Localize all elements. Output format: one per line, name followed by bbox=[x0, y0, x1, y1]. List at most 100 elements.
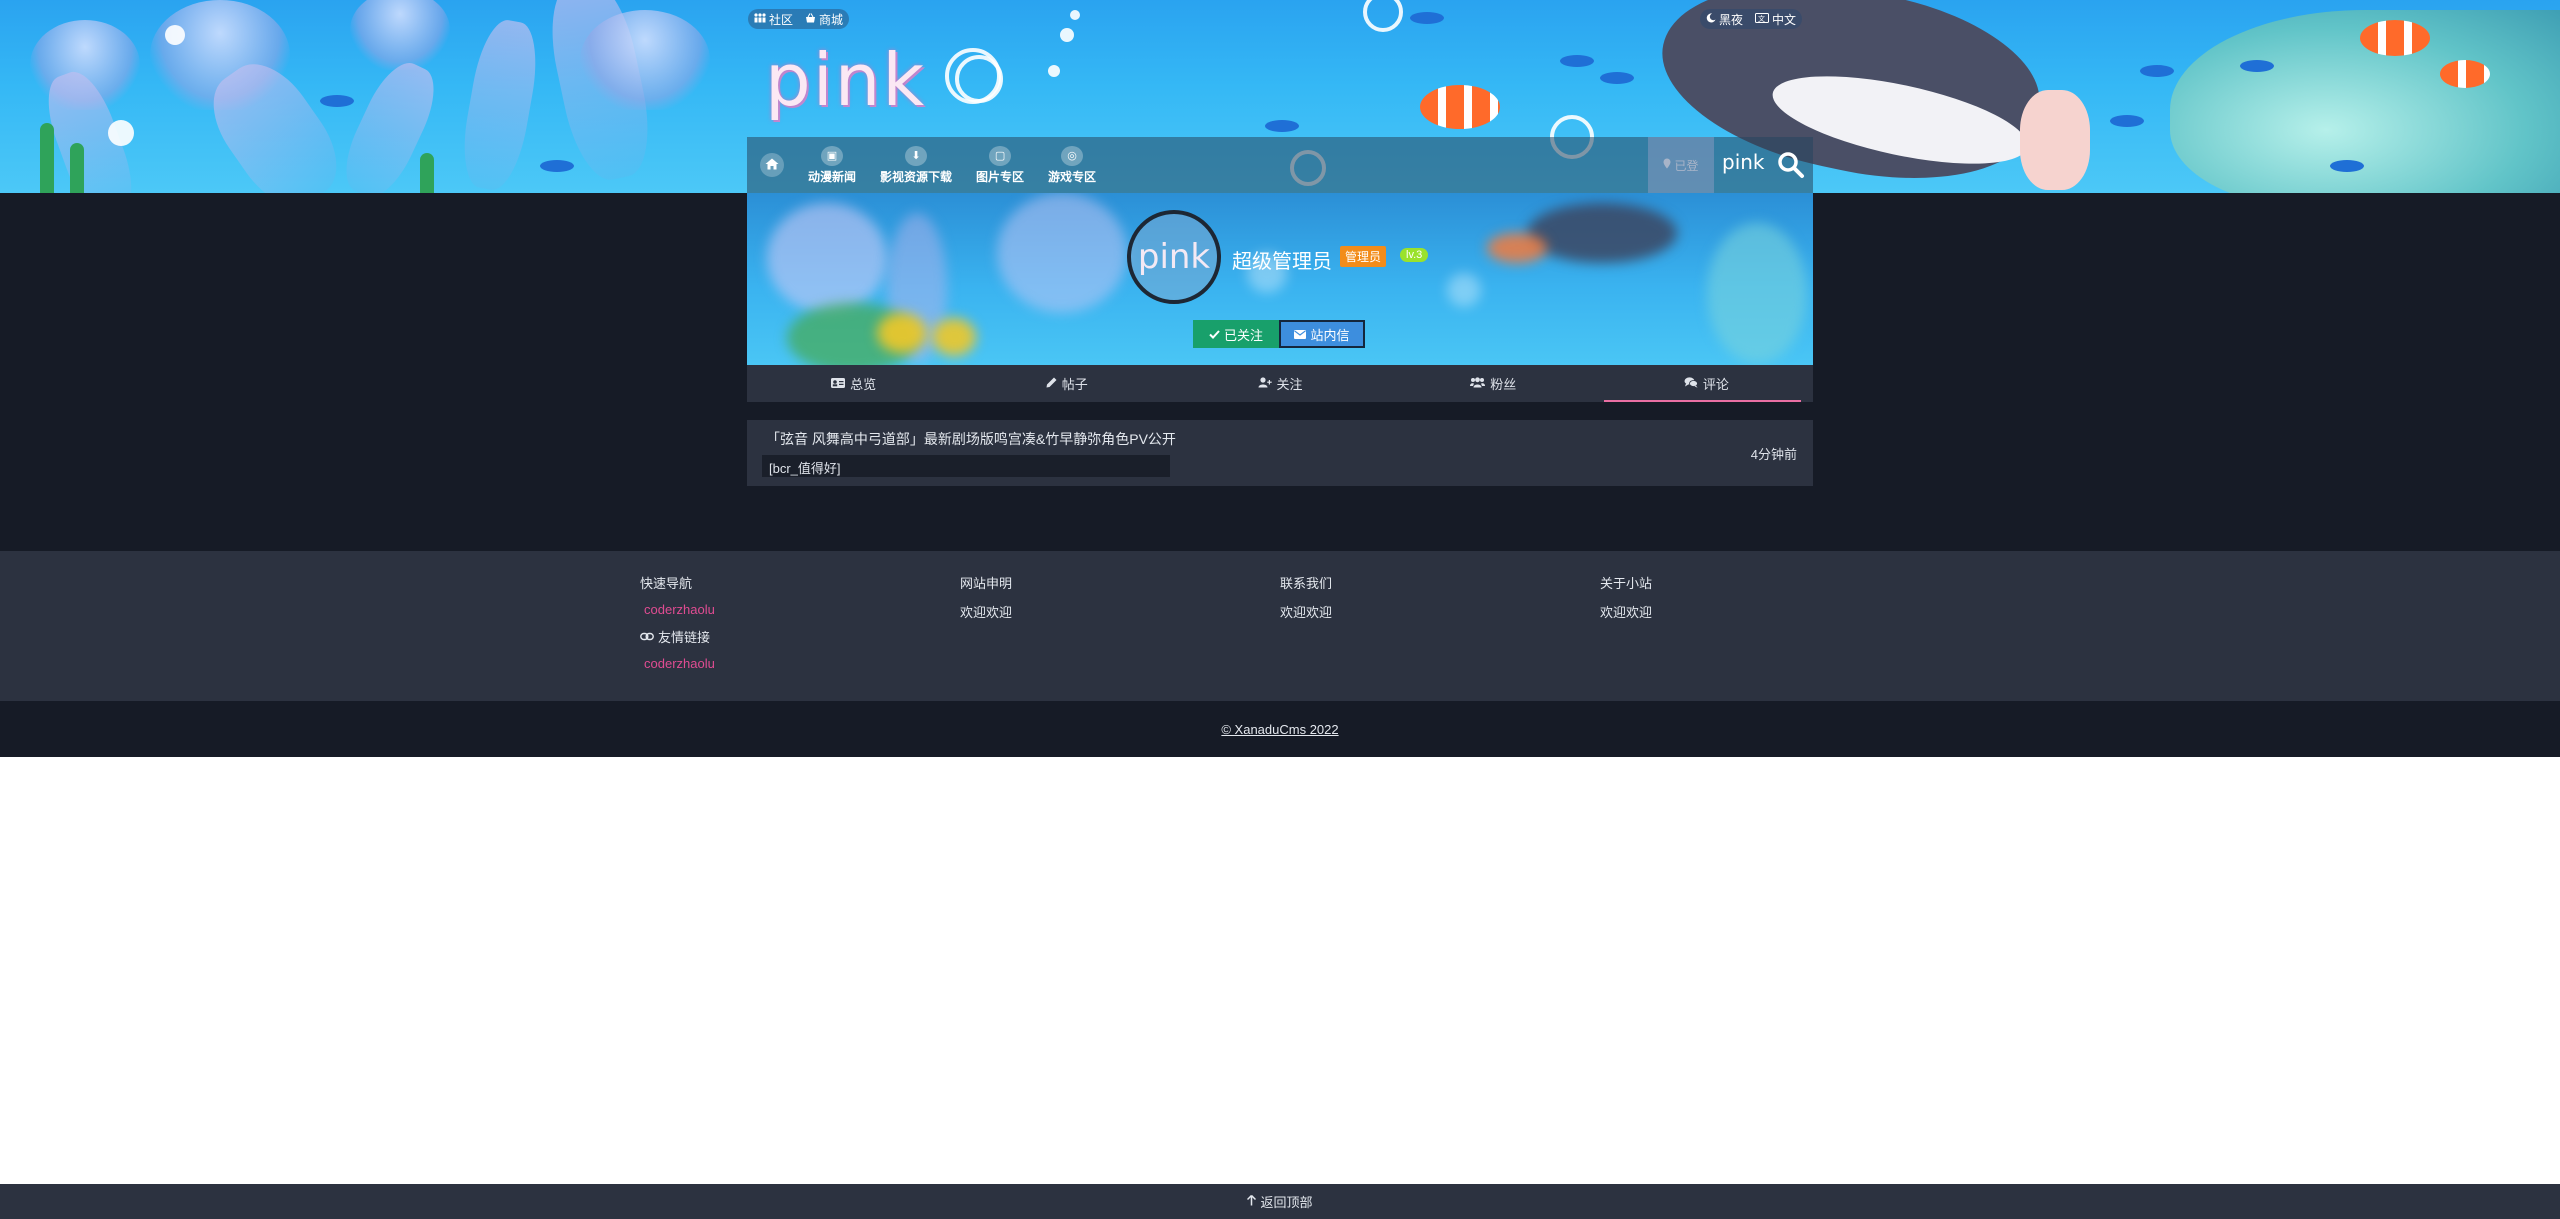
footer-text: 欢迎欢迎 bbox=[1280, 605, 1333, 620]
anime-hand-decoration bbox=[2020, 90, 2090, 190]
private-message-label: 站内信 bbox=[1310, 327, 1350, 343]
bubble-decoration bbox=[165, 25, 185, 45]
tab-label: 帖子 bbox=[1061, 377, 1088, 392]
home-icon bbox=[765, 157, 779, 173]
comment-post-title[interactable]: 「弦音 风舞高中弓道部」最新剧场版鸣宫凑&竹早静弥角色PV公开 bbox=[766, 429, 1176, 449]
nav-item-downloads[interactable]: ⬇ 影视资源下载 bbox=[880, 145, 953, 185]
profile-username: 超级管理员 bbox=[1232, 251, 1332, 273]
jellyfish-decoration bbox=[580, 10, 710, 110]
comments-icon bbox=[1684, 376, 1698, 391]
tab-following[interactable]: 关注 bbox=[1173, 365, 1386, 402]
back-to-top-button[interactable]: 返回顶部 bbox=[0, 1184, 2560, 1219]
tab-comments[interactable]: 评论 bbox=[1600, 365, 1813, 402]
fish-decoration bbox=[1600, 72, 1634, 84]
moon-icon bbox=[1706, 12, 1716, 26]
clownfish-decoration bbox=[2440, 60, 2490, 88]
nav-item-images[interactable]: ▢ 图片专区 bbox=[976, 145, 1025, 185]
jellyfish-decoration bbox=[350, 0, 450, 70]
nav-item-label: 图片专区 bbox=[976, 169, 1025, 184]
nav-item-label: 动漫新闻 bbox=[808, 169, 857, 184]
fish-decoration bbox=[320, 95, 354, 107]
blurred-fish-decoration bbox=[932, 318, 976, 356]
top-links: 社区 商城 bbox=[748, 9, 850, 29]
blurred-shark-decoration bbox=[1527, 203, 1677, 263]
id-card-icon bbox=[831, 376, 846, 391]
footer-heading: 联系我们 bbox=[1280, 576, 1333, 591]
tab-fans[interactable]: 粉丝 bbox=[1387, 365, 1600, 402]
top-settings: 黑夜 文 中文 bbox=[1700, 9, 1803, 29]
footer-heading: 关于小站 bbox=[1600, 576, 1653, 591]
footer-column-quick-nav: 快速导航 coderzhaolu 友情链接 coderzhaolu bbox=[640, 573, 715, 671]
language-icon: 文 bbox=[1755, 12, 1770, 26]
nav-item-anime-news[interactable]: ▣ 动漫新闻 bbox=[808, 145, 857, 185]
fish-decoration bbox=[2140, 65, 2174, 77]
footer-text: 欢迎欢迎 bbox=[1600, 605, 1653, 620]
logo-bubble-decoration bbox=[945, 48, 1001, 104]
footer-heading: 快速导航 bbox=[640, 576, 693, 591]
comment-item: 「弦音 风舞高中弓道部」最新剧场版鸣宫凑&竹早静弥角色PV公开 [bcr_值得好… bbox=[747, 420, 1813, 486]
private-message-button[interactable]: 站内信 bbox=[1279, 320, 1365, 348]
blurred-bubble-decoration bbox=[1447, 273, 1481, 307]
bubble-decoration bbox=[1363, 0, 1403, 32]
tab-label: 总览 bbox=[850, 377, 877, 392]
home-button[interactable] bbox=[760, 153, 784, 177]
footer-link[interactable]: coderzhaolu bbox=[644, 602, 715, 617]
night-mode-toggle[interactable]: 黑夜 bbox=[1706, 11, 1743, 28]
blurred-jellyfish-decoration bbox=[767, 203, 887, 313]
comment-content: [bcr_值得好] bbox=[762, 455, 1170, 477]
download-icon: ⬇ bbox=[905, 145, 928, 166]
pen-icon bbox=[1046, 376, 1057, 391]
community-icon bbox=[754, 12, 766, 26]
community-label: 社区 bbox=[769, 12, 794, 27]
nav-item-label: 影视资源下载 bbox=[880, 169, 953, 184]
footer-column-about: 关于小站 欢迎欢迎 bbox=[1600, 573, 1652, 621]
tab-overview[interactable]: 总览 bbox=[747, 365, 960, 402]
tab-label: 评论 bbox=[1702, 377, 1729, 392]
shopping-basket-icon bbox=[805, 12, 816, 26]
tab-label: 粉丝 bbox=[1490, 377, 1517, 392]
footer-link[interactable]: coderzhaolu bbox=[644, 656, 715, 671]
bubble-decoration bbox=[1070, 10, 1080, 20]
fish-decoration bbox=[2240, 60, 2274, 72]
followed-button[interactable]: 已关注 bbox=[1193, 320, 1279, 348]
footer-column-contact: 联系我们 欢迎欢迎 bbox=[1280, 573, 1332, 621]
seaweed-decoration bbox=[40, 123, 54, 193]
footer-text: 欢迎欢迎 bbox=[960, 605, 1013, 620]
footer-column-statement: 网站申明 欢迎欢迎 bbox=[960, 573, 1012, 621]
nav-item-games[interactable]: ◎ 游戏专区 bbox=[1048, 145, 1096, 185]
gamepad-icon: ◎ bbox=[1061, 145, 1084, 166]
fish-decoration bbox=[2110, 115, 2144, 127]
site-logo[interactable]: pink bbox=[765, 38, 926, 122]
blurred-jellyfish-decoration bbox=[997, 193, 1127, 313]
tentacle-decoration bbox=[455, 16, 545, 193]
community-link[interactable]: 社区 bbox=[754, 11, 793, 28]
fish-decoration bbox=[1560, 55, 1594, 67]
check-icon bbox=[1209, 327, 1220, 342]
copyright-link[interactable]: © XanaduCms 2022 bbox=[1221, 722, 1338, 737]
login-status[interactable]: 已登 bbox=[1648, 137, 1714, 193]
bubble-decoration bbox=[108, 120, 134, 146]
friend-links-heading: 友情链接 bbox=[640, 627, 715, 646]
tab-label: 关注 bbox=[1276, 377, 1303, 392]
avatar[interactable]: pink bbox=[1127, 210, 1221, 304]
login-status-label: 已登 bbox=[1674, 158, 1699, 173]
fish-decoration bbox=[1265, 120, 1299, 132]
language-switch[interactable]: 文 中文 bbox=[1755, 11, 1796, 28]
fish-decoration bbox=[540, 160, 574, 172]
search-button[interactable] bbox=[1776, 150, 1806, 180]
shop-link[interactable]: 商城 bbox=[805, 11, 843, 28]
tv-icon: ▣ bbox=[821, 145, 843, 166]
fish-decoration bbox=[2330, 160, 2364, 172]
nav-mini-logo[interactable]: pink bbox=[1722, 150, 1765, 174]
followed-button-label: 已关注 bbox=[1223, 327, 1263, 343]
blurred-fish-decoration bbox=[877, 313, 927, 353]
bubble-decoration bbox=[1060, 28, 1074, 42]
image-icon: ▢ bbox=[989, 145, 1012, 166]
shop-label: 商城 bbox=[819, 12, 844, 27]
clownfish-decoration bbox=[1420, 85, 1500, 129]
copyright-bar: © XanaduCms 2022 bbox=[0, 701, 2560, 757]
language-label: 中文 bbox=[1772, 12, 1797, 27]
level-badge: lv.3 bbox=[1400, 248, 1429, 262]
back-to-top-label: 返回顶部 bbox=[1260, 1195, 1313, 1210]
tab-posts[interactable]: 帖子 bbox=[960, 365, 1173, 402]
